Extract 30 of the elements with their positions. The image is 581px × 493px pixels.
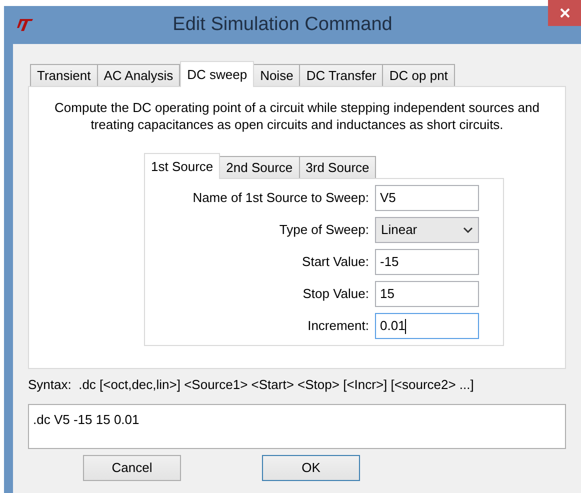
tab[interactable]: Transient <box>30 64 98 86</box>
field-label: Increment: <box>306 317 370 336</box>
syntax-text: Syntax: .dc [<oct,dec,lin>] <Source1> <Start> <Stop> [<Incr>] [<source2> ...] <box>28 376 475 394</box>
field-label: Name of 1st Source to Sweep: <box>192 189 370 208</box>
field-label: Stop Value: <box>302 285 370 304</box>
app-logo-icon <box>16 18 34 32</box>
command-field[interactable]: .dc V5 -15 15 0.01 <box>28 404 566 449</box>
tab[interactable]: 2nd Source <box>219 156 300 178</box>
description-text: Compute the DC operating point of a circuit while stepping independent sources and treating capacitances as open circuits and inductances as short circuits. <box>54 99 540 133</box>
input-field[interactable]: V5 <box>375 185 479 211</box>
input-field[interactable]: 0.01 <box>375 313 479 339</box>
tab[interactable]: DC op pnt <box>382 64 455 86</box>
close-icon <box>560 8 570 18</box>
tab[interactable]: Noise <box>253 64 300 86</box>
tab[interactable]: AC Analysis <box>96 64 180 86</box>
tab[interactable]: 1st Source <box>144 153 220 179</box>
tab[interactable]: DC Transfer <box>299 64 384 86</box>
sweep-type-dropdown[interactable]: Linear <box>375 217 479 243</box>
dialog-button[interactable]: Cancel <box>83 455 181 481</box>
tab[interactable]: DC sweep <box>180 61 254 87</box>
window-title: Edit Simulation Command <box>172 12 394 37</box>
tab[interactable]: 3rd Source <box>298 156 376 178</box>
chevron-icon <box>463 227 473 233</box>
field-label: Type of Sweep: <box>278 221 370 240</box>
field-label: Start Value: <box>301 253 370 272</box>
text-cursor <box>405 318 406 334</box>
close-button[interactable] <box>548 0 581 26</box>
dialog-button[interactable]: OK <box>262 455 360 481</box>
input-field[interactable]: -15 <box>375 249 479 275</box>
input-field[interactable]: 15 <box>375 281 479 307</box>
